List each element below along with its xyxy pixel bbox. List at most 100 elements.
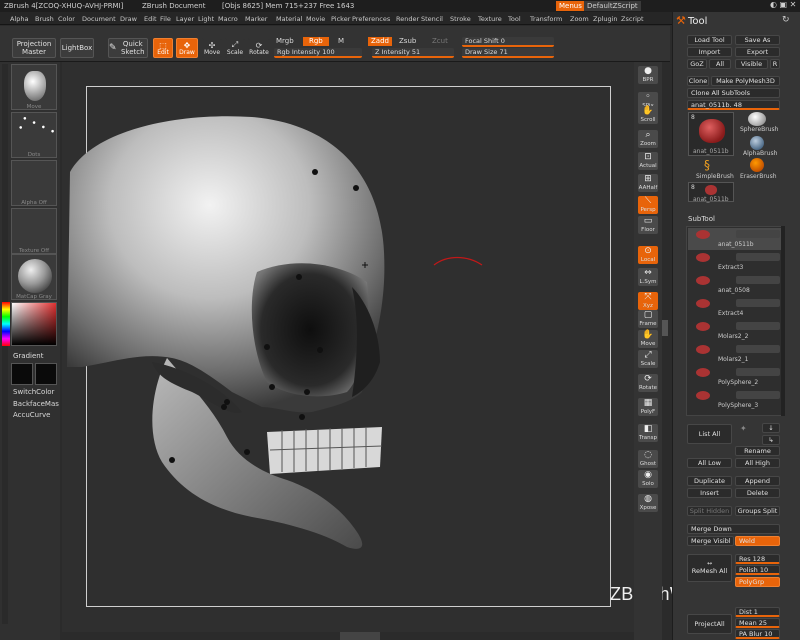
simple-brush-icon[interactable]: § [704, 158, 710, 172]
merge-down-button[interactable]: Merge Down [687, 524, 780, 534]
subtool-row[interactable]: PolySphere_3 [688, 389, 784, 411]
menu-light[interactable]: Light [198, 15, 214, 23]
scale-mode-button[interactable]: ⤢ Scale [225, 38, 245, 58]
color-picker[interactable] [11, 302, 57, 346]
bottom-tray-handle[interactable] [340, 632, 380, 640]
delete-button[interactable]: Delete [735, 488, 780, 498]
aahalf-button[interactable]: ⊞ AAHalf [638, 174, 658, 192]
menu-texture[interactable]: Texture [478, 15, 502, 23]
res-slider[interactable]: Res 128 [735, 554, 780, 564]
split-hidden-button[interactable]: Split Hidden [687, 506, 732, 516]
menu-marker[interactable]: Marker [245, 15, 267, 23]
eraser-brush-icon[interactable] [750, 158, 764, 172]
goz-all-button[interactable]: All [709, 59, 731, 69]
duplicate-button[interactable]: Duplicate [687, 476, 732, 486]
gradient-label[interactable]: Gradient [13, 353, 43, 360]
move-mode-button[interactable]: ✣ Move [202, 38, 222, 58]
menu-movie[interactable]: Movie [306, 15, 325, 23]
arrow-in-icon[interactable]: ↳ [762, 435, 780, 445]
arrow-down-icon[interactable]: ↓ [762, 423, 780, 433]
tool-thumb-small[interactable]: 8 anat_0511b [688, 182, 734, 203]
alpha-brush-icon[interactable] [750, 136, 764, 150]
rotate-mode-button[interactable]: ⟳ Rotate [248, 38, 270, 58]
menu-alpha[interactable]: Alpha [10, 15, 28, 23]
move-up-icon[interactable]: ✦ [740, 424, 747, 433]
zoom-button[interactable]: ⌕ Zoom [638, 130, 658, 148]
current-tool-slider[interactable]: anat_0511b. 48 [687, 100, 780, 110]
clone-all-subtools-button[interactable]: Clone All SubTools [687, 88, 780, 98]
clone-button[interactable]: Clone [687, 76, 709, 86]
make-polymesh-button[interactable]: Make PolyMesh3D [711, 76, 780, 86]
merge-visible-button[interactable]: Merge Visibl [687, 536, 734, 546]
backface-mask-button[interactable]: BackfaceMas [13, 401, 59, 408]
groups-split-button[interactable]: Groups Split [735, 506, 780, 516]
menu-stencil[interactable]: Stencil [421, 15, 443, 23]
menu-picker[interactable]: Picker [331, 15, 350, 23]
mean-slider[interactable]: Mean 25 [735, 618, 780, 628]
xyz-button[interactable]: ⤧ Xyz [638, 292, 658, 310]
weld-toggle[interactable]: Weld [735, 536, 780, 546]
subtool-visibility-controls[interactable] [736, 299, 780, 307]
zcut-toggle[interactable]: Zcut [432, 38, 448, 45]
dist-slider[interactable]: Dist 1 [735, 607, 780, 617]
rgb-intensity-slider[interactable]: Rgb Intensity 100 [274, 48, 362, 58]
right-tray-handle[interactable] [662, 320, 668, 336]
lightbox-button[interactable]: LightBox [60, 38, 94, 58]
palette-refresh-icon[interactable]: ↻ [782, 15, 790, 25]
skull-model[interactable] [62, 62, 634, 632]
secondary-color-swatch[interactable] [35, 363, 57, 385]
projection-master-button[interactable]: Projection Master [12, 38, 56, 58]
scale-button[interactable]: ⤢ Scale [638, 350, 658, 368]
transp-button[interactable]: ◧ Transp [638, 424, 658, 442]
z-intensity-slider[interactable]: Z Intensity 51 [372, 48, 454, 58]
menu-layer[interactable]: Layer [176, 15, 194, 23]
polygrp-toggle[interactable]: PolyGrp [735, 577, 780, 587]
frame-button[interactable]: ▢ Frame [638, 310, 658, 328]
subtool-visibility-controls[interactable] [736, 391, 780, 399]
menu-render[interactable]: Render [396, 15, 419, 23]
edit-mode-button[interactable]: ⬚ Edit [153, 38, 173, 58]
subtool-visibility-controls[interactable] [736, 345, 780, 353]
menu-tool[interactable]: Tool [508, 15, 521, 23]
menu-zoom[interactable]: Zoom [570, 15, 589, 23]
bpr-button[interactable]: ● BPR [638, 66, 658, 84]
floor-button[interactable]: ▭ Floor [638, 216, 658, 234]
rgb-toggle[interactable]: Rgb [303, 37, 329, 46]
subtool-row[interactable]: anat_0508 [688, 274, 784, 296]
draw-size-slider[interactable]: Draw Size 71 [462, 48, 554, 58]
menu-zscript[interactable]: Zscript [621, 15, 644, 23]
l-sym-button[interactable]: ⇔ L.Sym [638, 268, 658, 286]
append-button[interactable]: Append [735, 476, 780, 486]
hue-strip[interactable] [2, 302, 10, 346]
quick-sketch-button[interactable]: ✎ Quick Sketch [108, 38, 148, 58]
tool-thumb-main[interactable]: 8 anat_0511b [688, 112, 734, 156]
subtool-visibility-controls[interactable] [736, 276, 780, 284]
polish-slider[interactable]: Polish 10 [735, 565, 780, 575]
list-all-button[interactable]: List All [687, 424, 732, 444]
goz-visible-button[interactable]: Visible [735, 59, 768, 69]
mrgb-toggle[interactable]: Mrgb [276, 38, 294, 45]
subtool-row[interactable]: Molars2_1 [688, 343, 784, 365]
menus-button[interactable]: Menus [556, 1, 585, 11]
ghost-button[interactable]: ◌ Ghost [638, 450, 658, 468]
menu-document[interactable]: Document [82, 15, 116, 23]
remesh-all-button[interactable]: ↔ ReMesh All [687, 554, 732, 582]
subtool-row[interactable]: Molars2_2 [688, 320, 784, 342]
save-as-button[interactable]: Save As [735, 35, 780, 45]
menu-zplugin[interactable]: Zplugin [593, 15, 618, 23]
rename-button[interactable]: Rename [735, 446, 780, 456]
m-toggle[interactable]: M [338, 38, 344, 45]
all-low-button[interactable]: All Low [687, 458, 732, 468]
subtool-scrollbar[interactable] [781, 226, 785, 416]
focal-shift-slider[interactable]: Focal Shift 0 [462, 37, 554, 47]
insert-button[interactable]: Insert [687, 488, 732, 498]
actual-button[interactable]: ⊡ Actual [638, 152, 658, 170]
project-all-button[interactable]: ProjectAll [687, 614, 732, 634]
move-button[interactable]: ✋ Move [638, 330, 658, 348]
xpose-button[interactable]: ◍ Xpose [638, 494, 658, 512]
all-high-button[interactable]: All High [735, 458, 780, 468]
menu-draw[interactable]: Draw [120, 15, 137, 23]
pa-blur-slider[interactable]: PA Blur 10 [735, 629, 780, 639]
subtool-row[interactable]: anat_0511b [688, 228, 784, 250]
menu-file[interactable]: File [160, 15, 171, 23]
